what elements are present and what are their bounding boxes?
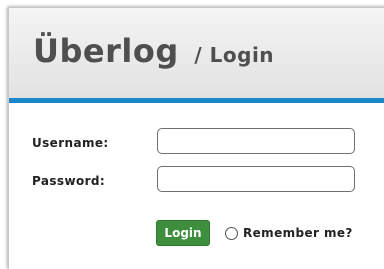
password-field[interactable] bbox=[157, 166, 355, 192]
panel-header: Überlog / Login bbox=[9, 8, 384, 103]
page-title: Überlog / Login bbox=[33, 32, 274, 70]
login-button[interactable]: Login bbox=[156, 220, 210, 246]
username-field[interactable] bbox=[157, 128, 355, 154]
page-subtitle: / Login bbox=[194, 43, 275, 67]
remember-me-option[interactable]: Remember me? bbox=[225, 224, 353, 242]
username-label: Username: bbox=[32, 136, 109, 150]
remember-me-label: Remember me? bbox=[243, 226, 353, 240]
password-label: Password: bbox=[32, 174, 106, 188]
brand-name: Überlog bbox=[33, 32, 179, 70]
remember-me-radio[interactable] bbox=[225, 226, 238, 240]
login-panel: Überlog / Login Username: Password: Logi… bbox=[8, 7, 384, 269]
